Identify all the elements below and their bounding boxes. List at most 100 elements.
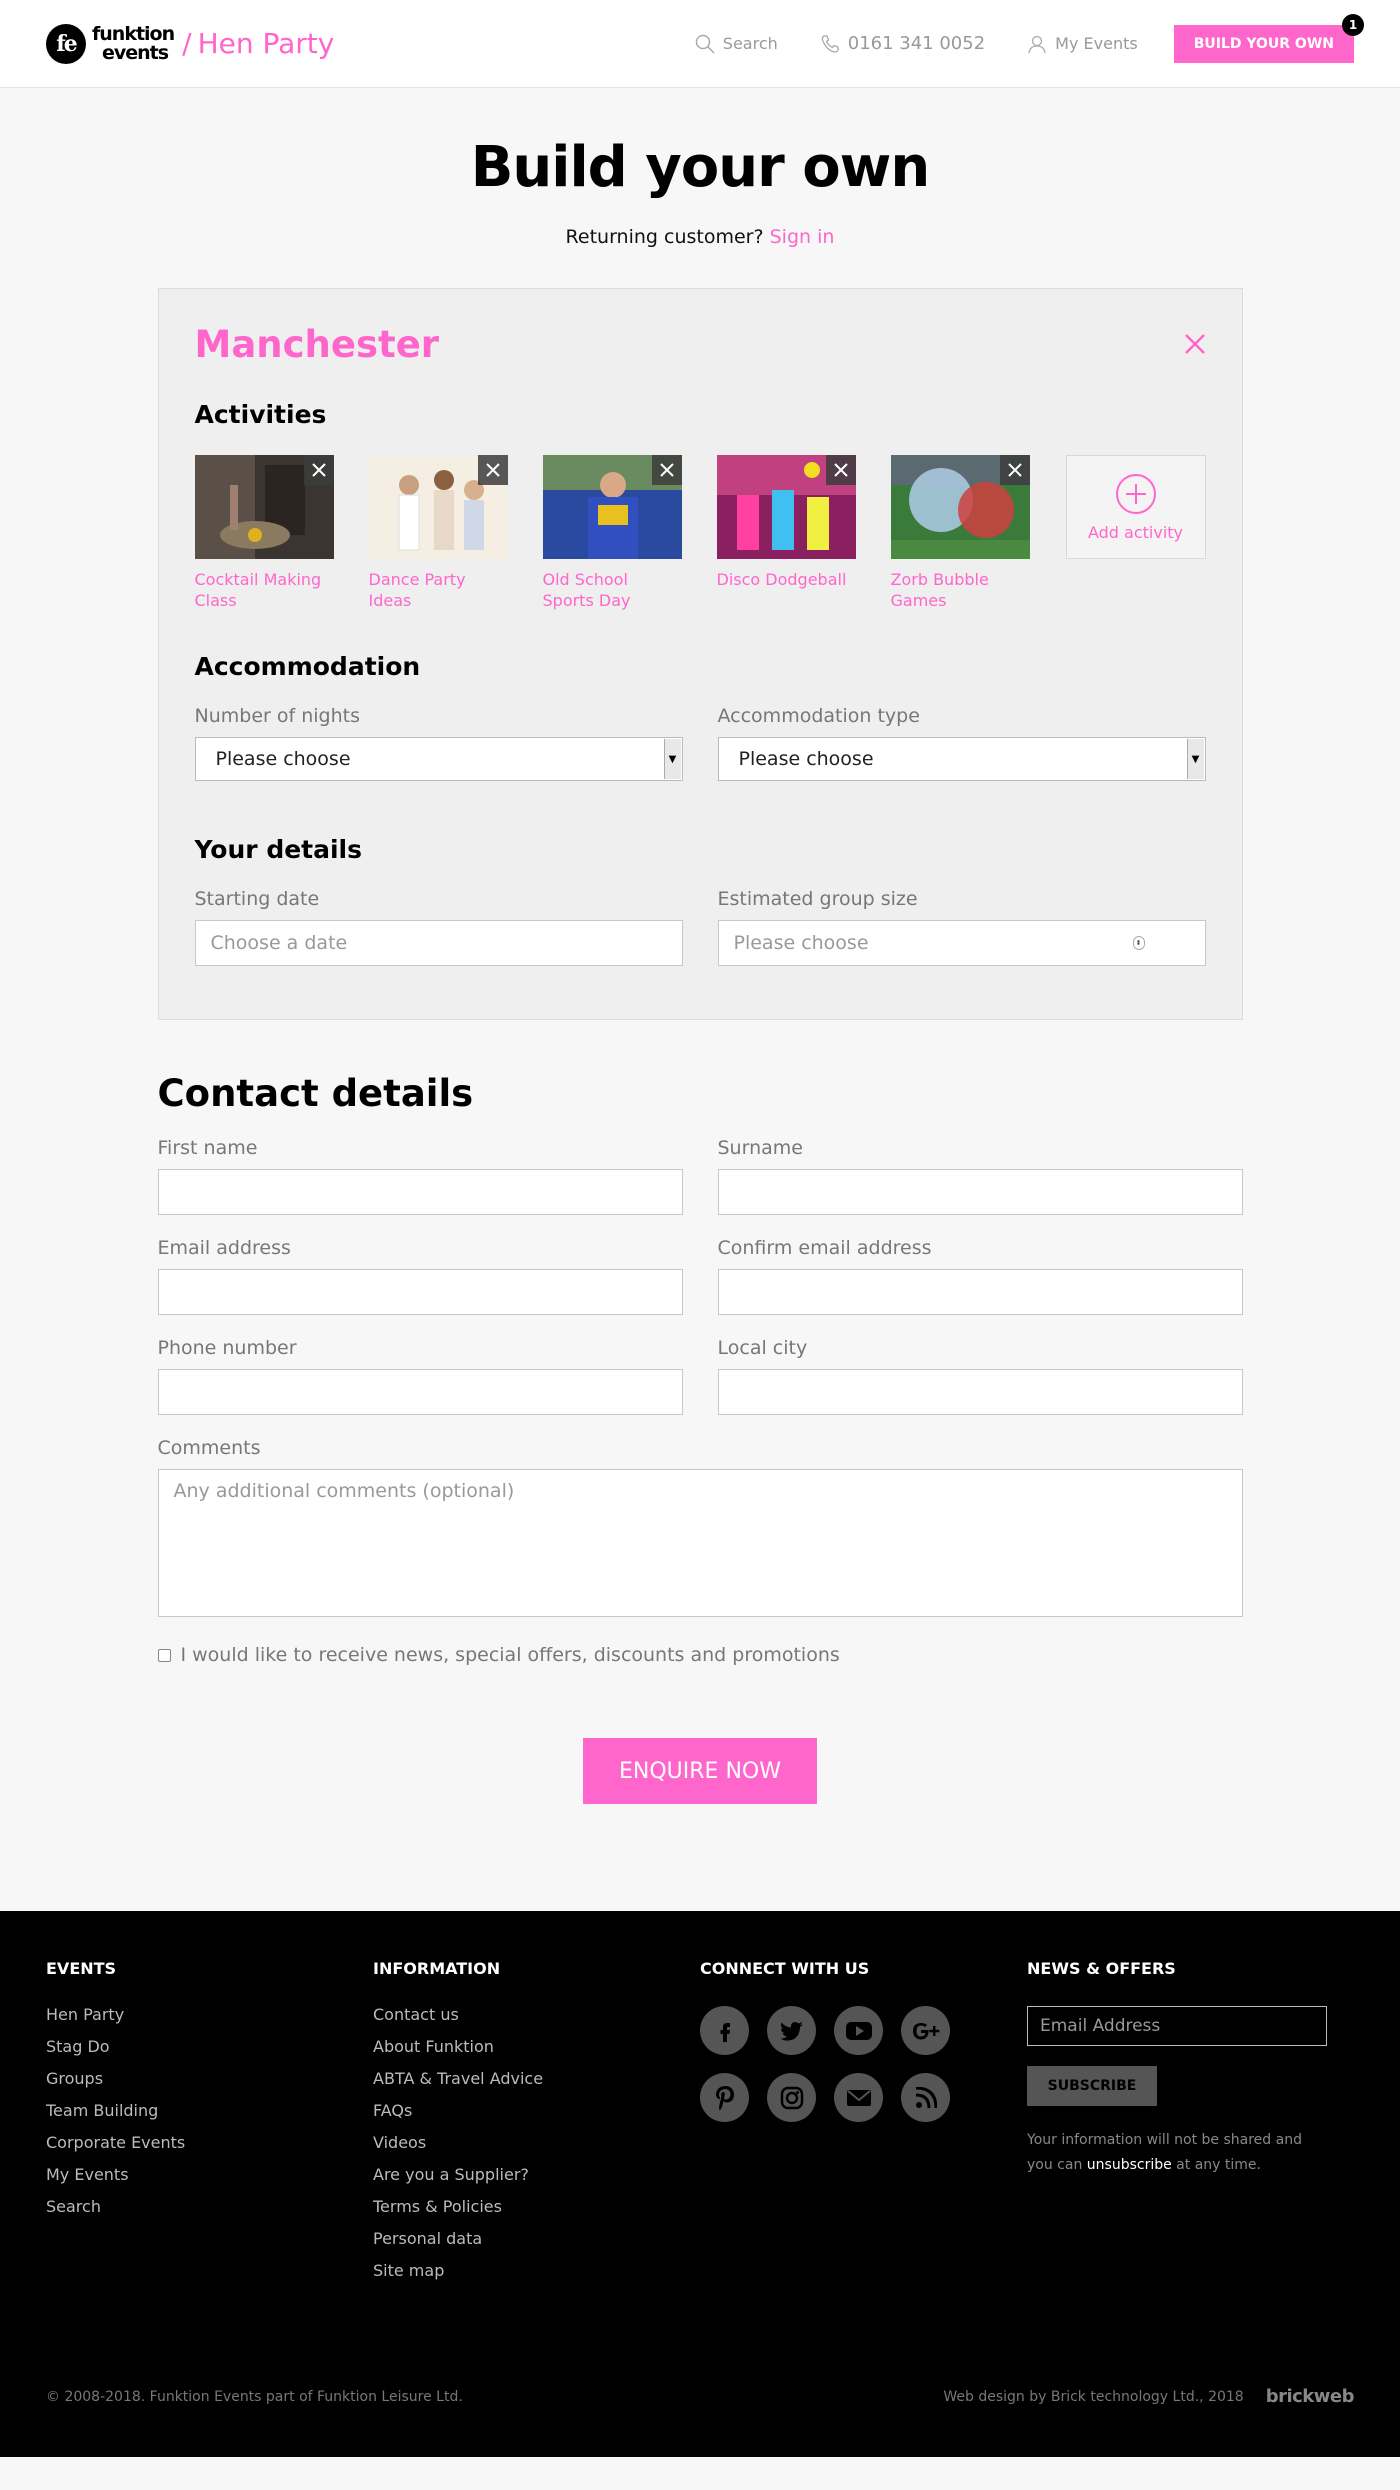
accommodation-type-field: Accommodation type Please choose ▼ (717, 705, 1206, 781)
surname-field: Surname (717, 1137, 1243, 1215)
accommodation-title: Accommodation (194, 652, 421, 681)
remove-activity-icon[interactable] (999, 455, 1030, 485)
rss-icon[interactable] (901, 2073, 950, 2122)
activity-card[interactable]: Dance Party Ideas (368, 455, 508, 611)
activity-image[interactable] (368, 455, 508, 559)
credit: Web design by Brick technology Ltd., 201… (943, 2386, 1354, 2407)
footer-link[interactable]: Search (46, 2198, 373, 2216)
start-date-label: Starting date (194, 888, 320, 910)
local-city-label: Local city (717, 1337, 808, 1359)
returning-customer: Returning customer? Sign in (0, 226, 1400, 248)
pinterest-icon[interactable] (700, 2073, 749, 2122)
first-name-label: First name (157, 1137, 258, 1159)
chevron-down-icon[interactable]: ▼ (663, 739, 681, 779)
start-date-input[interactable]: Choose a date (194, 920, 683, 966)
youtube-icon[interactable] (834, 2006, 883, 2055)
build-count-badge: 1 (1342, 13, 1364, 36)
footer-news-heading: NEWS & OFFERS (1027, 1959, 1176, 1978)
city-title: Manchester (194, 323, 440, 366)
close-icon[interactable] (1184, 333, 1206, 355)
footer-link[interactable]: My Events (46, 2166, 373, 2184)
build-your-own-button[interactable]: BUILD YOUR OWN 1 (1173, 13, 1364, 63)
remove-activity-icon[interactable] (651, 455, 682, 485)
footer-link[interactable]: Corporate Events (46, 2134, 373, 2152)
activity-label[interactable]: Dance Party Ideas (369, 569, 508, 611)
surname-input[interactable] (717, 1169, 1243, 1215)
accommodation-row: Number of nights Please choose ▼ Accommo… (194, 705, 1206, 781)
accommodation-type-select[interactable]: Please choose ▼ (717, 737, 1206, 781)
nights-field: Number of nights Please choose ▼ (194, 705, 683, 781)
activity-card[interactable]: Old School Sports Day (542, 455, 682, 611)
footer-link[interactable]: Videos (373, 2134, 700, 2152)
activity-image[interactable] (542, 455, 682, 559)
sign-in-link[interactable]: Sign in (770, 226, 835, 248)
group-size-placeholder: Please choose (733, 932, 869, 954)
nights-label: Number of nights (194, 705, 361, 727)
comments-field: Comments Any additional comments (option… (157, 1437, 1243, 1617)
remove-activity-icon[interactable] (303, 455, 334, 485)
footer-link[interactable]: FAQs (373, 2102, 700, 2120)
logo-line-1: funktion (92, 22, 175, 45)
activity-image[interactable] (194, 455, 334, 559)
remove-activity-icon[interactable] (477, 455, 508, 485)
activity-image[interactable] (890, 455, 1030, 559)
brickweb-logo[interactable]: brickweb (1266, 2386, 1355, 2407)
footer-link[interactable]: Contact us (373, 2006, 700, 2024)
footer-link[interactable]: ABTA & Travel Advice (373, 2070, 700, 2088)
activity-label[interactable]: Cocktail Making Class (195, 569, 334, 611)
nights-select[interactable]: Please choose ▼ (194, 737, 683, 781)
footer-link[interactable]: Are you a Supplier? (373, 2166, 700, 2184)
footer-link[interactable]: Personal data (373, 2230, 700, 2248)
spinner-icon[interactable]: ⬍ (1132, 936, 1145, 950)
footer-information: INFORMATION Contact us About Funktion AB… (373, 1959, 700, 2294)
activity-label[interactable]: Old School Sports Day (543, 569, 682, 611)
nav-my-events[interactable]: My Events (1027, 34, 1138, 54)
email-input[interactable] (157, 1269, 683, 1315)
email-icon[interactable] (834, 2073, 883, 2122)
nav-phone[interactable]: 0161 341 0052 (820, 33, 985, 54)
remove-activity-icon[interactable] (825, 455, 856, 485)
footer-link[interactable]: Terms & Policies (373, 2198, 700, 2216)
twitter-icon[interactable] (767, 2006, 816, 2055)
activity-label[interactable]: Zorb Bubble Games (891, 569, 1030, 611)
credit-text: Web design by Brick technology Ltd., 201… (943, 2388, 1244, 2405)
nav-search[interactable]: Search (695, 34, 778, 54)
plus-circle-icon (1115, 473, 1156, 514)
phone-input[interactable] (157, 1369, 683, 1415)
activity-card[interactable]: Cocktail Making Class (194, 455, 334, 611)
activity-card[interactable]: Disco Dodgeball (716, 455, 856, 611)
enquire-now-button[interactable]: ENQUIRE NOW (583, 1738, 817, 1804)
group-size-input[interactable]: Please choose ⬍ (717, 920, 1206, 966)
activity-label[interactable]: Disco Dodgeball (717, 569, 856, 590)
footer-link[interactable]: Groups (46, 2070, 373, 2088)
group-size-label: Estimated group size (717, 888, 918, 910)
facebook-icon[interactable] (700, 2006, 749, 2055)
activity-card[interactable]: Zorb Bubble Games (890, 455, 1030, 611)
footer-link[interactable]: About Funktion (373, 2038, 700, 2056)
copyright: © 2008-2018. Funktion Events part of Fun… (46, 2388, 463, 2405)
logo-link[interactable]: fe funktion events (46, 22, 175, 64)
footer-link[interactable]: Team Building (46, 2102, 373, 2120)
newsletter-email-input[interactable]: Email Address (1027, 2006, 1327, 2046)
instagram-icon[interactable] (767, 2073, 816, 2122)
google-plus-icon[interactable] (901, 2006, 950, 2055)
chevron-down-icon[interactable]: ▼ (1186, 739, 1204, 779)
local-city-field: Local city (717, 1337, 1243, 1415)
footer-link[interactable]: Hen Party (46, 2006, 373, 2024)
subscribe-button[interactable]: SUBSCRIBE (1027, 2066, 1157, 2106)
footer-link[interactable]: Stag Do (46, 2038, 373, 2056)
comments-textarea[interactable]: Any additional comments (optional) (157, 1469, 1243, 1617)
add-activity-button[interactable]: Add activity (1065, 455, 1206, 559)
first-name-input[interactable] (157, 1169, 683, 1215)
consent-checkbox[interactable] (157, 1648, 171, 1662)
footer-link[interactable]: Site map (373, 2262, 700, 2280)
confirm-email-input[interactable] (717, 1269, 1243, 1315)
your-details-title: Your details (194, 835, 363, 864)
consent-row[interactable]: I would like to receive news, special of… (157, 1644, 1243, 1666)
accommodation-type-value: Please choose (738, 748, 874, 770)
unsubscribe-link[interactable]: unsubscribe (1087, 2157, 1172, 2173)
activity-image[interactable] (716, 455, 856, 559)
phone-label: Phone number (157, 1337, 297, 1359)
local-city-input[interactable] (717, 1369, 1243, 1415)
user-icon (1028, 35, 1046, 53)
